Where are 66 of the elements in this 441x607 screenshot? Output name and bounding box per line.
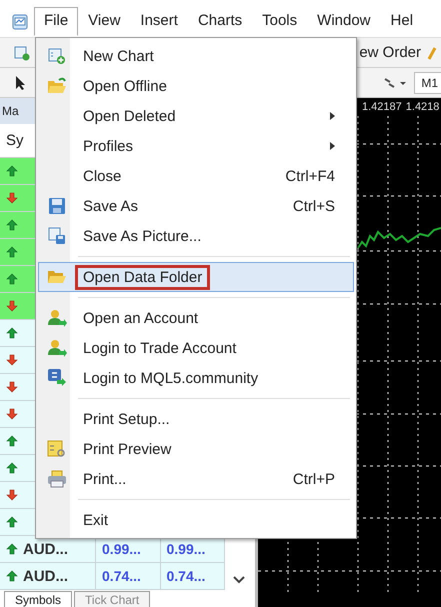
menu-option-label: Print Setup... [82, 410, 171, 430]
menu-option[interactable]: New Chart [38, 41, 354, 71]
price-label: 1.42187 [362, 101, 402, 114]
menu-option-label: Profiles [82, 136, 134, 156]
menu-item[interactable]: Window [307, 7, 381, 36]
menu-option[interactable]: Exit [38, 505, 354, 535]
menu-option[interactable]: Open Data Folder [38, 262, 354, 292]
menu-option-label: Close [82, 166, 122, 186]
quote-row[interactable]: AUD... 0.74... 0.74... [0, 563, 225, 590]
menu-option-label: Print... [82, 470, 128, 490]
menu-option-label: Open Data Folder [75, 264, 210, 290]
menu-option-label: Print Preview [82, 440, 172, 460]
ask-price: 0.74... [166, 568, 206, 584]
printer-icon [47, 470, 67, 488]
menu-option[interactable]: Open Offline [38, 71, 354, 101]
menu-option[interactable]: Profiles [38, 131, 354, 161]
shortcut-text: Ctrl+P [292, 470, 335, 488]
menu-option[interactable]: Print Preview [38, 434, 354, 464]
open-folder-icon [47, 77, 67, 95]
menu-option-label: Open Deleted [82, 106, 177, 126]
user-arrow-icon [47, 338, 67, 358]
menu-option-label: Save As Picture... [82, 226, 202, 246]
menu-option-label: Save As [82, 196, 140, 216]
folder-icon [47, 269, 67, 285]
menu-option[interactable]: Save As Picture... [38, 221, 354, 251]
timeframe-button[interactable]: M1 [414, 72, 441, 94]
menu-option-label: Open Offline [82, 76, 168, 96]
menu-option-label: New Chart [82, 46, 155, 66]
shortcut-text: Ctrl+S [292, 198, 335, 214]
menu-option[interactable]: Save As Ctrl+S [38, 191, 354, 221]
menu-item[interactable]: Hel [380, 7, 424, 36]
menu-option[interactable]: Login to Trade Account [38, 333, 354, 363]
shortcut-text: Ctrl+F4 [285, 168, 335, 184]
menu-option[interactable]: Login to MQL5.community [38, 363, 354, 393]
new-chart-icon [48, 47, 66, 65]
menu-item[interactable]: Tools [252, 7, 308, 36]
new-order-button[interactable]: ew Order [359, 42, 421, 63]
print-preview-icon [47, 439, 67, 459]
menu-option[interactable]: Close Ctrl+F4 [38, 161, 354, 191]
menu-item[interactable]: View [78, 7, 130, 36]
menu-option-label: Open an Account [82, 308, 200, 328]
menu-option[interactable]: Open an Account [38, 303, 354, 333]
price-label: 1.4218 [406, 101, 440, 114]
scroll-down-icon[interactable] [233, 576, 245, 584]
menu-item[interactable]: Charts [188, 7, 252, 36]
menu-option[interactable]: Print Setup... [38, 404, 354, 434]
ask-price: 0.99... [166, 541, 206, 557]
new-chart-icon[interactable] [14, 44, 30, 60]
bid-price: 0.99... [102, 541, 141, 557]
chart-window-icon[interactable] [12, 14, 28, 30]
symbol-text: AUD... [23, 568, 68, 584]
quote-row[interactable]: AUD... 0.99... 0.99... [0, 536, 225, 563]
cursor-icon[interactable] [14, 74, 28, 90]
menu-option[interactable]: Print... Ctrl+P [38, 464, 354, 494]
login-arrow-icon [47, 368, 67, 388]
bid-price: 0.74... [102, 568, 141, 584]
panel-tab[interactable]: Symbols [4, 591, 72, 607]
symbol-text: AUD... [23, 540, 68, 558]
menu-option-label: Login to Trade Account [82, 338, 238, 358]
menu-item[interactable]: Insert [130, 7, 188, 36]
picture-save-icon [48, 227, 66, 245]
menu-option-label: Login to MQL5.community [82, 368, 260, 388]
user-arrow-icon [47, 308, 67, 328]
menu-option-label: Exit [82, 510, 110, 530]
menu-item[interactable]: File [34, 7, 78, 36]
dropdown-arrows-icon[interactable] [382, 76, 408, 90]
